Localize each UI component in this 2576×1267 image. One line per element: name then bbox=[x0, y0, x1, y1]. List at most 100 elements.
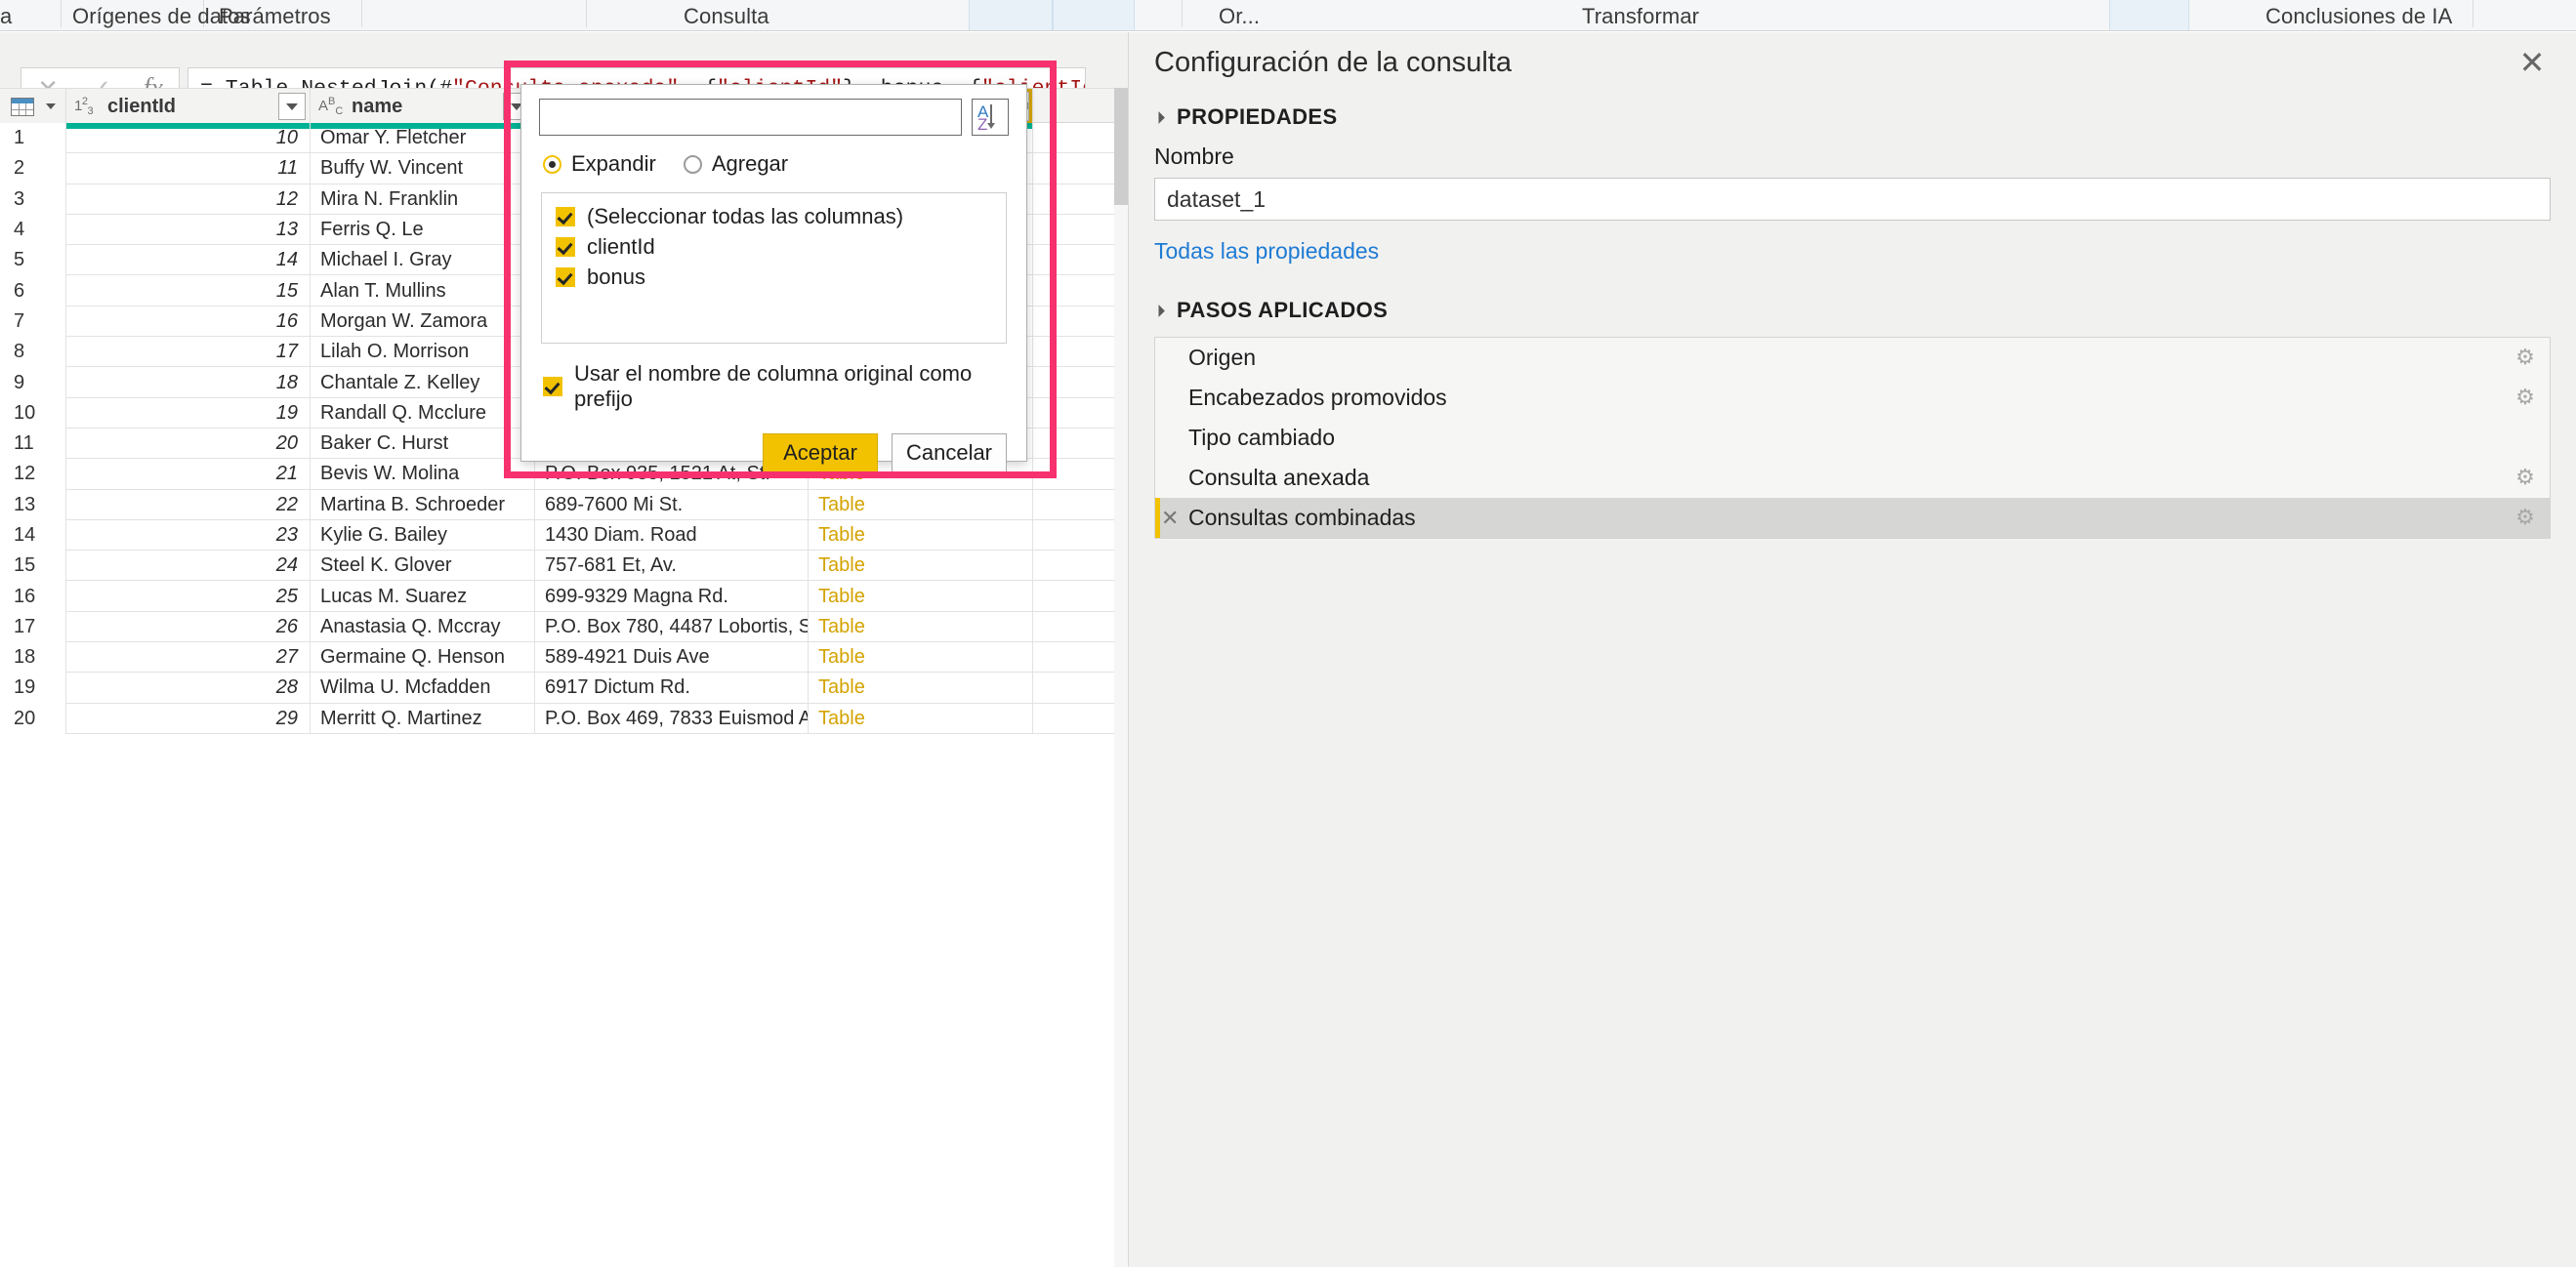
cell-name[interactable]: Alan T. Mullins bbox=[311, 275, 535, 307]
applied-step-item[interactable]: Consulta anexada ⚙ bbox=[1155, 458, 2550, 498]
cell-location[interactable]: 6917 Dictum Rd. bbox=[535, 673, 809, 704]
ribbon-button-slot-1[interactable] bbox=[969, 0, 1053, 30]
table-row[interactable]: 17 26 Anastasia Q. Mccray P.O. Box 780, 448… bbox=[0, 611, 1128, 643]
cell-name[interactable]: Martina B. Schroeder bbox=[311, 489, 535, 520]
cell-bonus-table-link[interactable]: Table bbox=[809, 642, 1033, 674]
cell-name[interactable]: Baker C. Hurst bbox=[311, 428, 535, 460]
ribbon-button-slot-3[interactable] bbox=[2109, 0, 2189, 30]
cell-clientid[interactable]: 22 bbox=[66, 489, 311, 520]
column-checkbox-item[interactable]: bonus bbox=[542, 262, 1006, 292]
applied-step-item[interactable]: Tipo cambiado bbox=[1155, 418, 2550, 458]
cell-clientid[interactable]: 28 bbox=[66, 673, 311, 704]
cancel-button[interactable]: Cancelar bbox=[892, 433, 1007, 472]
grid-vertical-scrollbar[interactable] bbox=[1114, 88, 1128, 1267]
cell-location[interactable]: 699-9329 Magna Rd. bbox=[535, 581, 809, 612]
cell-location[interactable]: 757-681 Et, Av. bbox=[535, 551, 809, 582]
cell-clientid[interactable]: 11 bbox=[66, 153, 311, 184]
cell-clientid[interactable]: 24 bbox=[66, 551, 311, 582]
table-row[interactable]: 19 28 Wilma U. Mcfadden 6917 Dictum Rd. Tabl… bbox=[0, 673, 1128, 704]
cell-clientid[interactable]: 10 bbox=[66, 123, 311, 154]
cell-clientid[interactable]: 15 bbox=[66, 275, 311, 307]
cell-name[interactable]: Morgan W. Zamora bbox=[311, 306, 535, 338]
cell-clientid[interactable]: 21 bbox=[66, 459, 311, 490]
cell-clientid[interactable]: 23 bbox=[66, 519, 311, 552]
applied-step-item[interactable]: Origen ⚙ bbox=[1155, 338, 2550, 378]
cell-name[interactable]: Steel K. Glover bbox=[311, 551, 535, 582]
table-row[interactable]: 16 25 Lucas M. Suarez 699-9329 Magna Rd. Tab… bbox=[0, 581, 1128, 612]
gear-icon[interactable]: ⚙ bbox=[2514, 507, 2536, 528]
cell-clientid[interactable]: 29 bbox=[66, 703, 311, 734]
cell-clientid[interactable]: 27 bbox=[66, 642, 311, 674]
cell-location[interactable]: 589-4921 Duis Ave bbox=[535, 642, 809, 674]
column-header-name[interactable]: ABC name bbox=[311, 89, 535, 124]
cell-clientid[interactable]: 20 bbox=[66, 428, 311, 460]
cell-location[interactable]: 1430 Diam. Road bbox=[535, 519, 809, 552]
cell-location[interactable]: P.O. Box 780, 4487 Lobortis, St. bbox=[535, 611, 809, 643]
cell-clientid[interactable]: 25 bbox=[66, 581, 311, 612]
cell-name[interactable]: Randall Q. Mcclure bbox=[311, 397, 535, 429]
cell-name[interactable]: Ferris Q. Le bbox=[311, 214, 535, 246]
ribbon-item-or[interactable]: Or... bbox=[1219, 4, 1260, 29]
cell-clientid[interactable]: 13 bbox=[66, 214, 311, 246]
properties-section-header[interactable]: PROPIEDADES bbox=[1129, 104, 2576, 130]
cell-clientid[interactable]: 19 bbox=[66, 397, 311, 429]
applied-steps-section-header[interactable]: PASOS APLICADOS bbox=[1129, 298, 2576, 323]
applied-step-item[interactable]: Encabezados promovidos ⚙ bbox=[1155, 378, 2550, 418]
table-row[interactable]: 15 24 Steel K. Glover 757-681 Et, Av. Table bbox=[0, 551, 1128, 582]
scrollbar-thumb[interactable] bbox=[1114, 88, 1128, 205]
cell-name[interactable]: Bevis W. Molina bbox=[311, 459, 535, 490]
cell-name[interactable]: Lilah O. Morrison bbox=[311, 337, 535, 368]
cell-bonus-table-link[interactable]: Table bbox=[809, 519, 1033, 552]
column-checkbox-item[interactable]: (Seleccionar todas las columnas) bbox=[542, 201, 1006, 231]
cell-clientid[interactable]: 12 bbox=[66, 184, 311, 215]
cell-name[interactable]: Wilma U. Mcfadden bbox=[311, 673, 535, 704]
cell-bonus-table-link[interactable]: Table bbox=[809, 489, 1033, 520]
all-properties-link[interactable]: Todas las propiedades bbox=[1129, 238, 2576, 265]
cell-clientid[interactable]: 17 bbox=[66, 337, 311, 368]
accept-button[interactable]: Aceptar bbox=[763, 433, 878, 472]
search-input[interactable] bbox=[539, 99, 962, 136]
close-icon[interactable]: ✕ bbox=[2514, 44, 2551, 81]
cell-bonus-table-link[interactable]: Table bbox=[809, 551, 1033, 582]
cell-name[interactable]: Kylie G. Bailey bbox=[311, 519, 535, 552]
column-checkbox-item[interactable]: clientId bbox=[542, 231, 1006, 262]
cell-clientid[interactable]: 16 bbox=[66, 306, 311, 338]
ribbon-item-parametros[interactable]: Parámetros bbox=[219, 4, 331, 29]
sort-az-button[interactable]: AZ bbox=[972, 99, 1009, 136]
column-header-clientid[interactable]: 123 clientId bbox=[66, 89, 311, 124]
cell-clientid[interactable]: 14 bbox=[66, 245, 311, 276]
gear-icon[interactable]: ⚙ bbox=[2514, 387, 2536, 408]
radio-expandir[interactable]: Expandir bbox=[543, 151, 656, 177]
table-row[interactable]: 14 23 Kylie G. Bailey 1430 Diam. Road Table bbox=[0, 519, 1128, 552]
cell-name[interactable]: Omar Y. Fletcher bbox=[311, 123, 535, 154]
gear-icon[interactable]: ⚙ bbox=[2514, 467, 2536, 488]
cell-bonus-table-link[interactable]: Table bbox=[809, 673, 1033, 704]
filter-button-clientid[interactable] bbox=[278, 93, 306, 120]
cell-clientid[interactable]: 18 bbox=[66, 367, 311, 398]
grid-corner-button[interactable] bbox=[0, 89, 66, 124]
ribbon-item-consulta[interactable]: Consulta bbox=[684, 4, 769, 29]
cell-name[interactable]: Anastasia Q. Mccray bbox=[311, 611, 535, 643]
cell-name[interactable]: Michael I. Gray bbox=[311, 245, 535, 276]
cell-name[interactable]: Lucas M. Suarez bbox=[311, 581, 535, 612]
table-row[interactable]: 20 29 Merritt Q. Martinez P.O. Box 469, 783… bbox=[0, 703, 1128, 734]
cell-location[interactable]: P.O. Box 469, 7833 Euismod Av. bbox=[535, 703, 809, 734]
table-row[interactable]: 18 27 Germaine Q. Henson 589-4921 Duis Ave T… bbox=[0, 642, 1128, 674]
use-original-prefix-checkbox[interactable]: Usar el nombre de columna original como … bbox=[521, 344, 1026, 412]
cell-bonus-table-link[interactable]: Table bbox=[809, 611, 1033, 643]
cell-name[interactable]: Chantale Z. Kelley bbox=[311, 367, 535, 398]
gear-icon[interactable]: ⚙ bbox=[2514, 347, 2536, 368]
cell-name[interactable]: Buffy W. Vincent bbox=[311, 153, 535, 184]
ribbon-item-a[interactable]: a bbox=[0, 4, 12, 29]
cell-bonus-table-link[interactable]: Table bbox=[809, 581, 1033, 612]
ribbon-item-conclusiones-ia[interactable]: Conclusiones de IA bbox=[2265, 4, 2452, 29]
column-checkbox-list[interactable]: (Seleccionar todas las columnas) clientId… bbox=[541, 192, 1007, 344]
ribbon-item-transformar[interactable]: Transformar bbox=[1582, 4, 1699, 29]
query-name-input[interactable]: dataset_1 bbox=[1154, 178, 2551, 221]
ribbon-button-slot-2[interactable] bbox=[1053, 0, 1135, 30]
radio-agregar[interactable]: Agregar bbox=[683, 151, 788, 177]
table-row[interactable]: 13 22 Martina B. Schroeder 689-7600 Mi St. T… bbox=[0, 489, 1128, 520]
applied-step-item[interactable]: ✕ Consultas combinadas ⚙ bbox=[1155, 498, 2550, 538]
cell-bonus-table-link[interactable]: Table bbox=[809, 703, 1033, 734]
cell-name[interactable]: Mira N. Franklin bbox=[311, 184, 535, 215]
